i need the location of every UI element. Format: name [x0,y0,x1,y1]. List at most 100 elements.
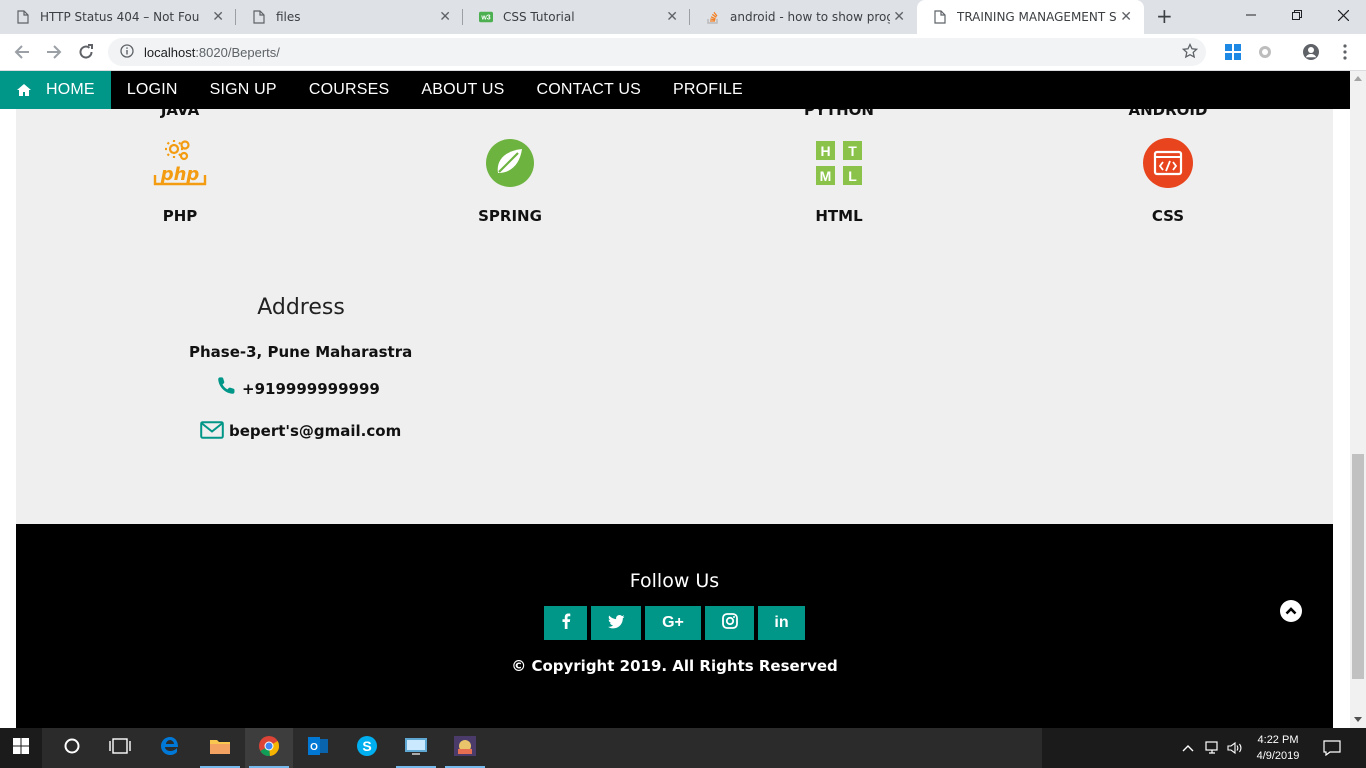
scroll-up-arrow[interactable] [1354,76,1362,81]
course-card-php[interactable]: php PHP [80,137,280,225]
w3schools-icon: w3 [479,10,493,24]
instagram-button[interactable] [705,606,754,640]
restore-button[interactable] [1274,0,1320,30]
network-icon[interactable] [1205,728,1221,768]
taskbar-file-explorer[interactable] [196,728,244,768]
social-links: G+ in [544,606,809,640]
close-window-button[interactable] [1320,0,1366,30]
address-bar[interactable]: localhost:8020/Beperts/ [108,38,1206,66]
follow-us-heading: Follow Us [629,570,720,592]
taskbar-clock[interactable]: 4:22 PM 4/9/2019 [1248,732,1308,764]
start-button[interactable] [0,728,42,768]
course-name: CSS [1151,207,1185,225]
new-tab-button[interactable]: + [1156,6,1173,26]
facebook-icon [561,613,571,633]
svg-text:H: H [820,143,830,159]
taskbar-game-app[interactable] [441,728,489,768]
chrome-icon [258,735,280,761]
linkedin-icon: in [774,614,789,631]
taskbar-skype[interactable]: S [343,728,391,768]
linkedin-button[interactable]: in [758,606,805,640]
browser-tab[interactable]: w3 CSS Tutorial ✕ [463,0,690,34]
taskbar-chrome[interactable] [245,728,293,768]
forward-button[interactable] [44,42,64,62]
browser-toolbar: localhost:8020/Beperts/ [0,34,1366,71]
bookmark-star-icon[interactable] [1181,42,1199,63]
windows-extension-icon[interactable] [1224,43,1242,61]
course-card-css[interactable]: CSS [1068,137,1268,225]
svg-text:T: T [848,143,857,159]
course-name: HTML [815,207,863,225]
back-button[interactable] [12,42,32,62]
stackoverflow-icon [706,10,720,24]
instagram-icon [721,613,738,633]
address-location-text: Phase-3, Pune Maharastra [189,343,413,361]
facebook-button[interactable] [544,606,587,640]
reload-button[interactable] [76,42,96,62]
page-icon [16,10,30,24]
nav-item-signup[interactable]: SIGN UP [194,71,293,109]
url-host: localhost [144,44,196,60]
minimize-button[interactable] [1228,0,1274,30]
nav-item-contact[interactable]: CONTACT US [520,71,657,109]
folder-icon [209,737,231,759]
envelope-icon [200,420,224,439]
extension-icon[interactable] [1256,43,1274,61]
spring-leaf-icon [410,137,610,189]
page-icon [252,10,266,24]
volume-icon[interactable] [1227,728,1243,768]
nav-item-about[interactable]: ABOUT US [405,71,520,109]
course-card-html[interactable]: H T M L HTML [739,137,939,225]
url-text: localhost:8020/Beperts/ [144,45,280,60]
php-gears-icon: php [80,137,280,189]
svg-text:php: php [160,164,200,185]
google-plus-button[interactable]: G+ [645,606,701,640]
svg-text:O: O [310,742,318,753]
outlook-icon: O [307,736,329,760]
svg-text:L: L [848,168,857,184]
browser-tab[interactable]: files ✕ [236,0,463,34]
email-address[interactable]: bepert's@gmail.com [229,422,401,440]
action-center-icon[interactable] [1323,728,1341,768]
close-icon[interactable]: ✕ [212,9,224,25]
tab-title: android - how to show progres [730,10,890,24]
html-blocks-icon: H T M L [739,137,939,189]
nav-item-home[interactable]: HOME [0,71,111,109]
nav-item-courses[interactable]: COURSES [293,71,406,109]
task-view-button[interactable] [96,728,144,768]
skype-icon: S [356,735,378,761]
tray-chevron-icon[interactable] [1182,728,1194,768]
scrollbar-thumb[interactable] [1352,454,1364,679]
page-scrollbar[interactable] [1350,71,1366,728]
nav-item-profile[interactable]: PROFILE [657,71,759,109]
clock-date: 4/9/2019 [1256,750,1300,762]
cortana-button[interactable] [48,728,96,768]
nav-item-login[interactable]: LOGIN [111,71,194,109]
browser-tab[interactable]: android - how to show progres ✕ [690,0,917,34]
address-title: Address [257,295,345,320]
taskbar-edge[interactable] [146,728,194,768]
taskbar-outlook[interactable]: O [294,728,342,768]
profile-icon[interactable] [1302,43,1320,61]
scroll-down-arrow[interactable] [1354,717,1362,722]
tab-title: CSS Tutorial [503,10,575,24]
menu-kebab-icon[interactable] [1336,43,1354,61]
browser-tab-active[interactable]: TRAINING MANAGEMENT SYS ✕ [917,0,1144,34]
twitter-button[interactable] [591,606,641,640]
close-icon[interactable]: ✕ [1120,9,1132,25]
taskbar-remote-app[interactable] [392,728,440,768]
phone-icon [217,376,236,395]
monitor-icon [404,736,428,760]
chevron-up-icon [1285,606,1297,616]
close-icon[interactable]: ✕ [893,9,905,25]
scroll-to-top-button[interactable] [1280,600,1302,622]
tab-title: files [276,10,301,24]
browser-tab[interactable]: HTTP Status 404 – Not Found ✕ [0,0,236,34]
tab-title: HTTP Status 404 – Not Found [40,10,200,24]
course-card-spring[interactable]: SPRING [410,137,610,225]
cortana-circle-icon [64,738,80,758]
info-icon[interactable] [120,43,134,62]
close-icon[interactable]: ✕ [439,9,451,25]
windows-logo-icon [13,738,29,758]
close-icon[interactable]: ✕ [666,9,678,25]
